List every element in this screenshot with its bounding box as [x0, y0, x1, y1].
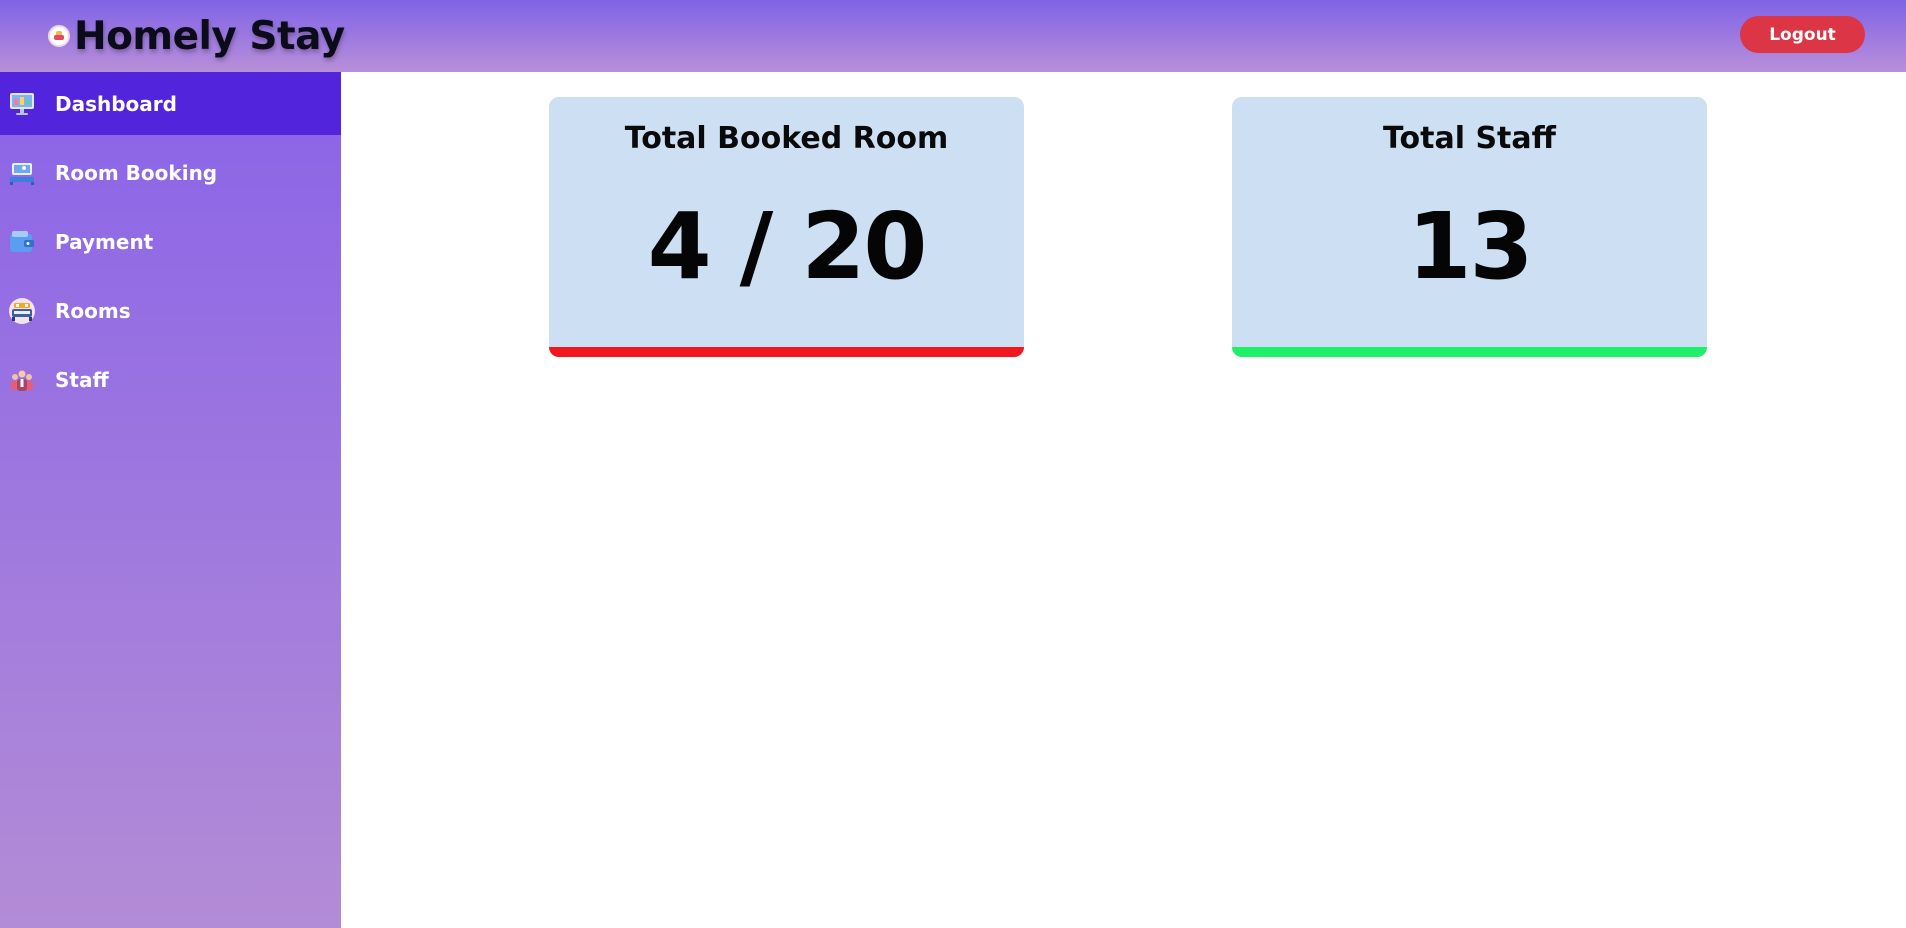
sidebar-item-staff[interactable]: Staff [0, 348, 341, 411]
card-title: Total Booked Room [624, 121, 949, 156]
card-title: Total Staff [1383, 121, 1556, 156]
sidebar-item-label: Dashboard [55, 91, 177, 116]
brand[interactable]: Homely Stay [48, 10, 345, 62]
sidebar-item-dashboard[interactable]: Dashboard [0, 72, 341, 135]
bed-booking-icon [10, 162, 34, 185]
card-value: 13 [1407, 193, 1533, 300]
card-accent-bar [549, 347, 1024, 357]
sidebar-item-room-booking[interactable]: Room Booking [0, 141, 341, 204]
sidebar-item-label: Rooms [55, 298, 131, 323]
sidebar-item-label: Staff [55, 367, 109, 392]
brand-name: Homely Stay [74, 13, 345, 59]
card-accent-bar [1232, 347, 1707, 357]
staff-people-icon [11, 370, 33, 391]
sidebar-item-payment[interactable]: Payment [0, 210, 341, 273]
sidebar-item-rooms[interactable]: Rooms [0, 279, 341, 342]
card-value: 4 / 20 [647, 193, 928, 300]
sidebar: Dashboard Room Booking Payment Rooms Sta… [0, 72, 341, 928]
total-booked-room-card: Total Booked Room 4 / 20 [549, 97, 1024, 357]
bed-icon [9, 297, 35, 324]
logout-button[interactable]: Logout [1740, 16, 1865, 53]
monitor-icon [10, 92, 34, 115]
hotel-logo-icon [48, 25, 70, 47]
total-staff-card: Total Staff 13 [1232, 97, 1707, 357]
wallet-icon [10, 230, 34, 252]
sidebar-item-label: Payment [55, 229, 154, 254]
top-bar: Homely Stay Logout [0, 0, 1906, 72]
sidebar-item-label: Room Booking [55, 160, 218, 185]
